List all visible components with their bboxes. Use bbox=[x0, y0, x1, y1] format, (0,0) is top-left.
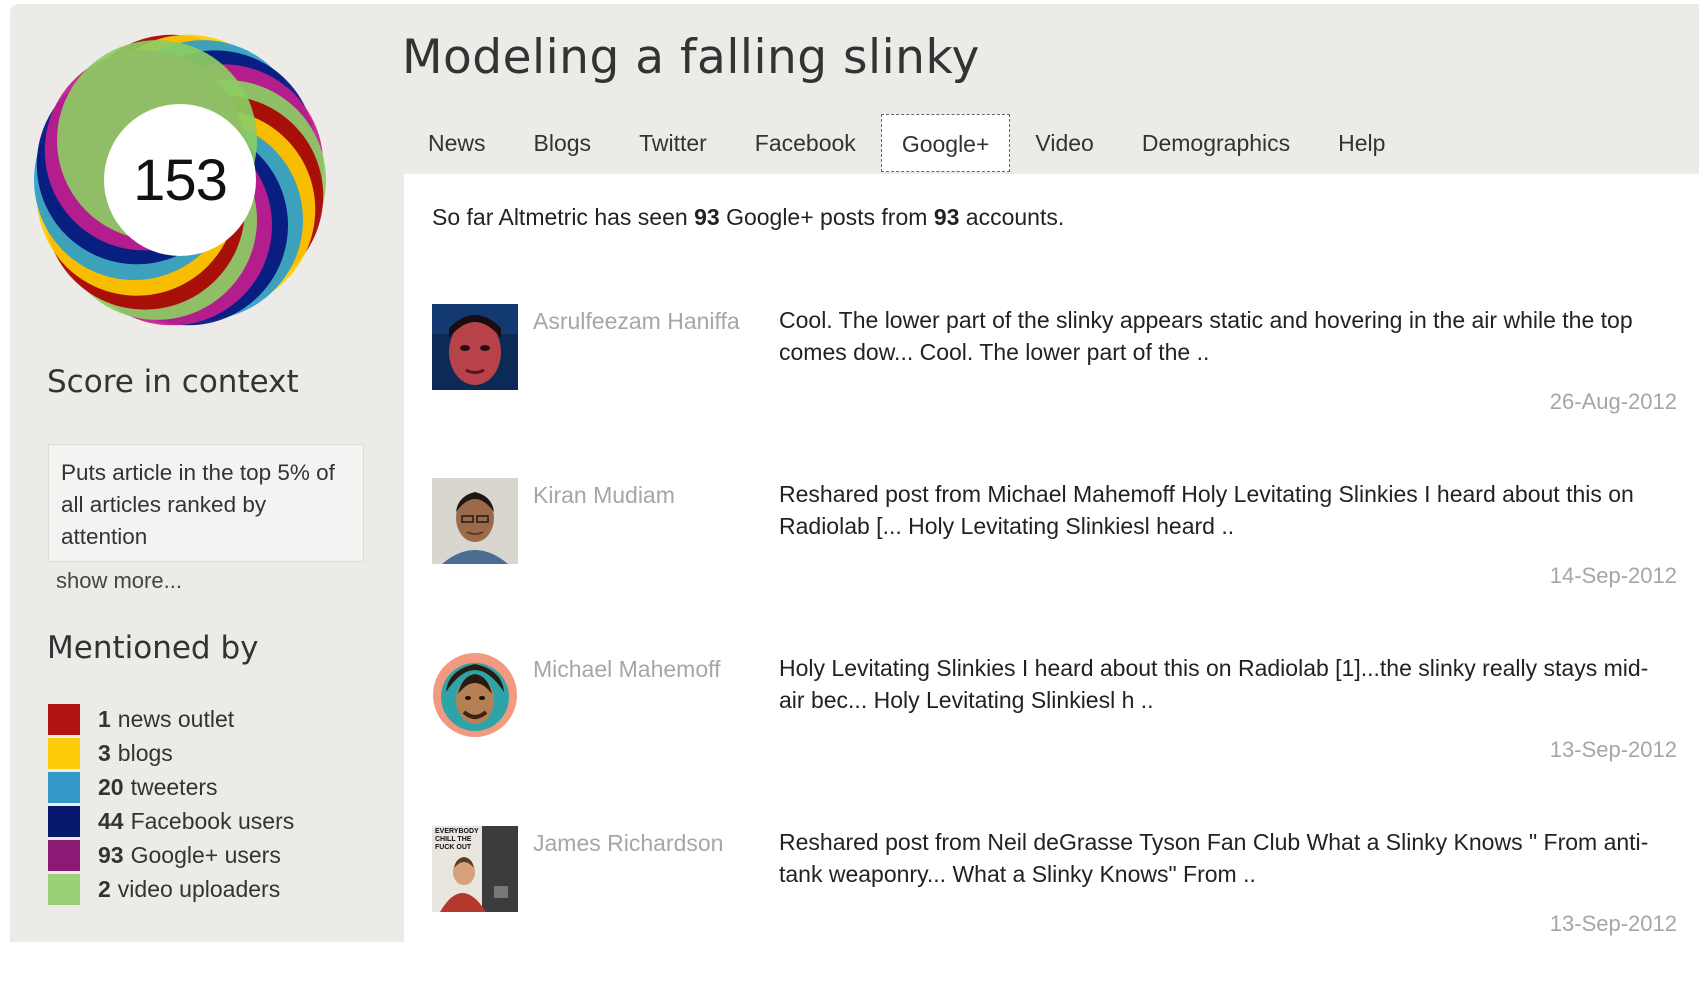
mention-count: 1 bbox=[98, 705, 111, 732]
tab-twitter[interactable]: Twitter bbox=[615, 114, 731, 172]
googleplus-color-swatch bbox=[48, 839, 80, 871]
summary-suffix: accounts. bbox=[965, 204, 1065, 230]
tab-help[interactable]: Help bbox=[1314, 114, 1409, 172]
page-title: Modeling a falling slinky bbox=[402, 30, 980, 85]
mention-count: 2 bbox=[98, 875, 111, 902]
mention-blogs[interactable]: 3 blogs bbox=[48, 736, 294, 770]
tab-bar: News Blogs Twitter Facebook Google+ Vide… bbox=[404, 114, 1409, 172]
avatar-poster-text: EVERYBODY CHILL THE FUCK OUT bbox=[435, 828, 479, 851]
post-item: EVERYBODY CHILL THE FUCK OUT James Richa… bbox=[432, 826, 1677, 996]
mention-label: tweeters bbox=[130, 773, 218, 800]
blogs-color-swatch bbox=[48, 737, 80, 769]
tab-googleplus[interactable]: Google+ bbox=[880, 114, 1011, 172]
mention-count: 44 bbox=[98, 807, 124, 834]
post-item: Michael Mahemoff Holy Levitating Slinkie… bbox=[432, 652, 1677, 822]
mention-news[interactable]: 1 news outlet bbox=[48, 702, 294, 736]
summary-account-count: 93 bbox=[933, 204, 960, 230]
post-author[interactable]: Kiran Mudiam bbox=[533, 482, 675, 509]
post-date: 14-Sep-2012 bbox=[1549, 563, 1677, 588]
post-date: 13-Sep-2012 bbox=[1549, 737, 1677, 762]
avatar[interactable] bbox=[432, 652, 518, 738]
mention-label: news outlet bbox=[117, 705, 235, 732]
facebook-color-swatch bbox=[48, 805, 80, 837]
show-more-link[interactable]: show more... bbox=[56, 568, 182, 594]
post-author[interactable]: James Richardson bbox=[533, 830, 723, 857]
avatar[interactable]: EVERYBODY CHILL THE FUCK OUT bbox=[432, 826, 518, 912]
news-color-swatch bbox=[48, 703, 80, 735]
mention-count: 3 bbox=[98, 739, 111, 766]
post-date: 26-Aug-2012 bbox=[1549, 389, 1677, 414]
post-date: 13-Sep-2012 bbox=[1549, 911, 1677, 936]
avatar-asrulfeezam-image bbox=[432, 304, 518, 390]
tab-blogs[interactable]: Blogs bbox=[510, 114, 616, 172]
summary-post-count: 93 bbox=[694, 204, 720, 230]
tab-demographics[interactable]: Demographics bbox=[1118, 114, 1314, 172]
tweeters-color-swatch bbox=[48, 771, 80, 803]
mention-label: Facebook users bbox=[130, 807, 295, 834]
score-context-box: Puts article in the top 5% of all articl… bbox=[48, 444, 364, 562]
mention-facebook[interactable]: 44 Facebook users bbox=[48, 804, 294, 838]
tab-news[interactable]: News bbox=[404, 114, 510, 172]
post-text: Holy Levitating Slinkies I heard about t… bbox=[779, 655, 1649, 713]
post-item: Asrulfeezam Haniffa Cool. The lower part… bbox=[432, 304, 1677, 474]
avatar-michael-image bbox=[432, 652, 518, 738]
mention-label: Google+ users bbox=[130, 841, 281, 868]
avatar[interactable] bbox=[432, 304, 518, 390]
mention-label: video uploaders bbox=[117, 875, 281, 902]
video-color-swatch bbox=[48, 873, 80, 905]
post-item: Kiran Mudiam Reshared post from Michael … bbox=[432, 478, 1677, 648]
altmetric-score: 153 bbox=[133, 147, 228, 213]
mention-count: 20 bbox=[98, 773, 124, 800]
avatar[interactable] bbox=[432, 478, 518, 564]
mention-label: blogs bbox=[117, 739, 173, 766]
summary-prefix: So far Altmetric has seen bbox=[432, 204, 688, 230]
avatar-kiran-image bbox=[432, 478, 518, 564]
mention-tweeters[interactable]: 20 tweeters bbox=[48, 770, 294, 804]
summary-mid: Google+ posts from bbox=[726, 204, 928, 230]
altmetric-donut[interactable]: 153 bbox=[30, 30, 330, 330]
mentioned-by-list: 1 news outlet 3 blogs 20 tweeters 44 Faceboo… bbox=[48, 702, 294, 906]
post-author[interactable]: Asrulfeezam Haniffa bbox=[533, 308, 740, 335]
googleplus-panel: So far Altmetric has seen 93 Google+ pos… bbox=[404, 174, 1699, 942]
mention-count: 93 bbox=[98, 841, 124, 868]
score-in-context-heading: Score in context bbox=[47, 364, 299, 400]
mention-googleplus[interactable]: 93 Google+ users bbox=[48, 838, 294, 872]
mention-video[interactable]: 2 video uploaders bbox=[48, 872, 294, 906]
post-text: Reshared post from Neil deGrasse Tyson F… bbox=[779, 829, 1649, 887]
post-text: Reshared post from Michael Mahemoff Holy… bbox=[779, 481, 1634, 539]
mentioned-by-heading: Mentioned by bbox=[47, 630, 259, 666]
post-text: Cool. The lower part of the slinky appea… bbox=[779, 307, 1633, 365]
tab-facebook[interactable]: Facebook bbox=[731, 114, 880, 172]
tab-video[interactable]: Video bbox=[1011, 114, 1117, 172]
post-author[interactable]: Michael Mahemoff bbox=[533, 656, 721, 683]
posts-summary: So far Altmetric has seen 93 Google+ pos… bbox=[432, 204, 1064, 231]
